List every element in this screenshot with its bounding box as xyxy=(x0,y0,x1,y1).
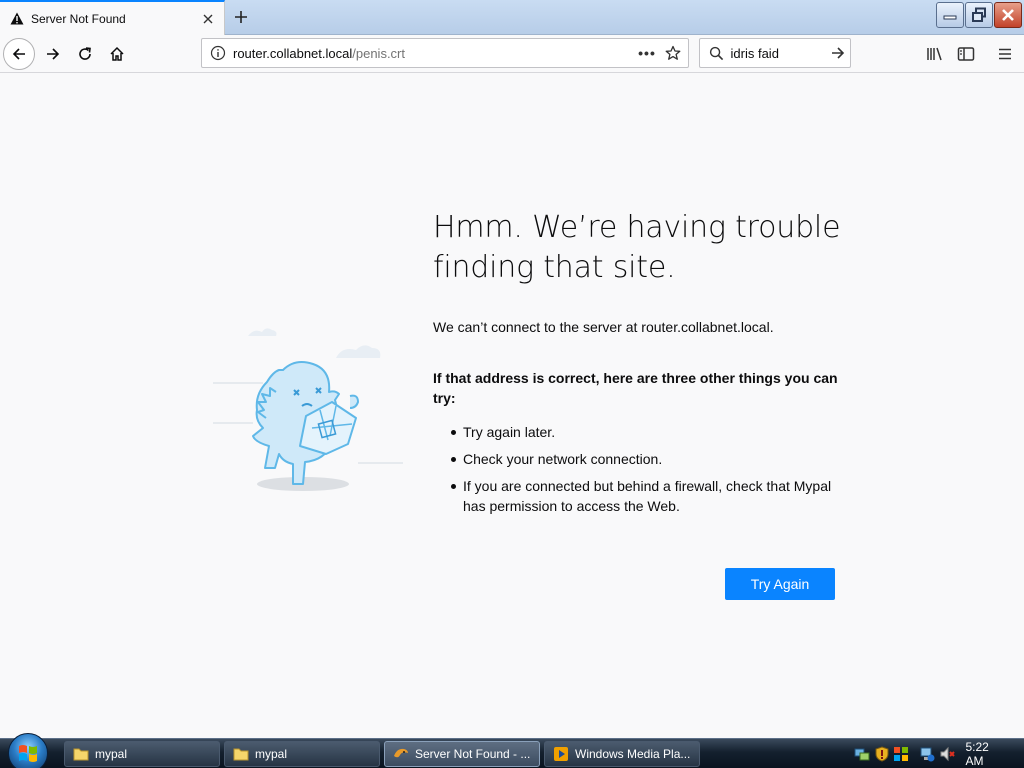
taskbar-item-mypal-folder-2[interactable]: mypal xyxy=(224,741,380,767)
system-tray: 5:22 AM xyxy=(854,739,1024,768)
search-bar[interactable] xyxy=(699,38,851,68)
taskbar-item-label: mypal xyxy=(255,747,288,761)
forward-button[interactable] xyxy=(37,38,69,70)
try-again-button[interactable]: Try Again xyxy=(725,568,835,600)
minimize-button[interactable] xyxy=(936,2,964,28)
search-go-arrow-icon[interactable] xyxy=(827,41,850,65)
security-shield-icon[interactable] xyxy=(874,746,889,762)
taskbar-item-media-player[interactable]: Windows Media Pla... xyxy=(544,741,700,767)
suggestions-list: Try again later. Check your network conn… xyxy=(433,422,843,516)
taskbar-item-mypal-folder-1[interactable]: mypal xyxy=(64,741,220,767)
taskbar-item-label: Windows Media Pla... xyxy=(575,747,691,761)
back-button[interactable] xyxy=(3,38,35,70)
url-text[interactable]: router.collabnet.local/penis.crt xyxy=(233,46,634,61)
reload-icon xyxy=(79,47,91,60)
windows-update-icon[interactable] xyxy=(893,746,909,762)
page-actions-icon[interactable]: ••• xyxy=(634,45,660,61)
sidebar-button[interactable] xyxy=(952,40,980,68)
sidebar-icon xyxy=(957,47,975,61)
network-icon[interactable] xyxy=(919,746,935,762)
confused-dinosaur-illustration xyxy=(213,328,403,491)
url-host: router.collabnet.local xyxy=(233,45,353,61)
hamburger-menu-icon xyxy=(999,48,1011,60)
tab-title: Server Not Found xyxy=(31,11,126,26)
media-player-icon xyxy=(553,746,569,762)
start-button[interactable] xyxy=(8,733,48,768)
home-button[interactable] xyxy=(101,38,133,70)
clock[interactable]: 5:22 AM xyxy=(965,740,1008,768)
windows-logo-icon xyxy=(19,745,37,762)
taskbar-item-browser[interactable]: Server Not Found - ... xyxy=(384,741,540,767)
taskbar: mypal mypal Server Not Found - ... Windo… xyxy=(0,733,1024,768)
window-close-button[interactable] xyxy=(994,2,1022,28)
info-icon[interactable] xyxy=(208,43,228,63)
library-icon xyxy=(927,47,942,61)
network-sharing-icon[interactable] xyxy=(854,746,870,762)
search-icon xyxy=(706,46,728,61)
address-bar[interactable]: router.collabnet.local/penis.crt ••• xyxy=(201,38,689,68)
taskbar-item-label: Server Not Found - ... xyxy=(415,747,531,761)
restore-button[interactable] xyxy=(965,2,993,28)
navigation-toolbar: router.collabnet.local/penis.crt ••• xyxy=(0,35,1024,73)
mypal-icon xyxy=(393,746,409,762)
reload-button[interactable] xyxy=(69,38,101,70)
window-controls xyxy=(936,2,1022,28)
volume-muted-icon[interactable] xyxy=(939,746,956,762)
menu-button[interactable] xyxy=(991,40,1019,68)
folder-icon xyxy=(73,746,89,762)
home-icon xyxy=(110,46,124,61)
warning-icon xyxy=(9,11,25,27)
error-title: Hmm. We’re having trouble finding that s… xyxy=(433,210,841,285)
suggestion-item: Try again later. xyxy=(451,422,843,442)
error-message: Hmm. We’re having trouble finding that s… xyxy=(433,208,843,523)
search-input[interactable] xyxy=(730,45,827,61)
tab-strip: Server Not Found xyxy=(0,0,1024,35)
suggestion-item: If you are connected but behind a firewa… xyxy=(451,476,843,516)
new-tab-button[interactable] xyxy=(228,4,254,30)
forward-arrow-icon xyxy=(47,48,60,60)
suggestions-heading: If that address is correct, here are thr… xyxy=(433,370,838,406)
library-button[interactable] xyxy=(921,40,949,68)
url-path: /penis.crt xyxy=(352,45,405,61)
bookmark-star-icon[interactable] xyxy=(660,40,686,66)
folder-icon xyxy=(233,746,249,762)
error-description: We can’t connect to the server at router… xyxy=(433,319,774,335)
back-arrow-icon xyxy=(12,48,25,60)
taskbar-item-label: mypal xyxy=(95,747,128,761)
error-page: Hmm. We’re having trouble finding that s… xyxy=(0,74,1024,738)
tab-server-not-found[interactable]: Server Not Found xyxy=(0,0,225,35)
tab-close-icon[interactable] xyxy=(196,7,220,31)
suggestion-item: Check your network connection. xyxy=(451,449,843,469)
